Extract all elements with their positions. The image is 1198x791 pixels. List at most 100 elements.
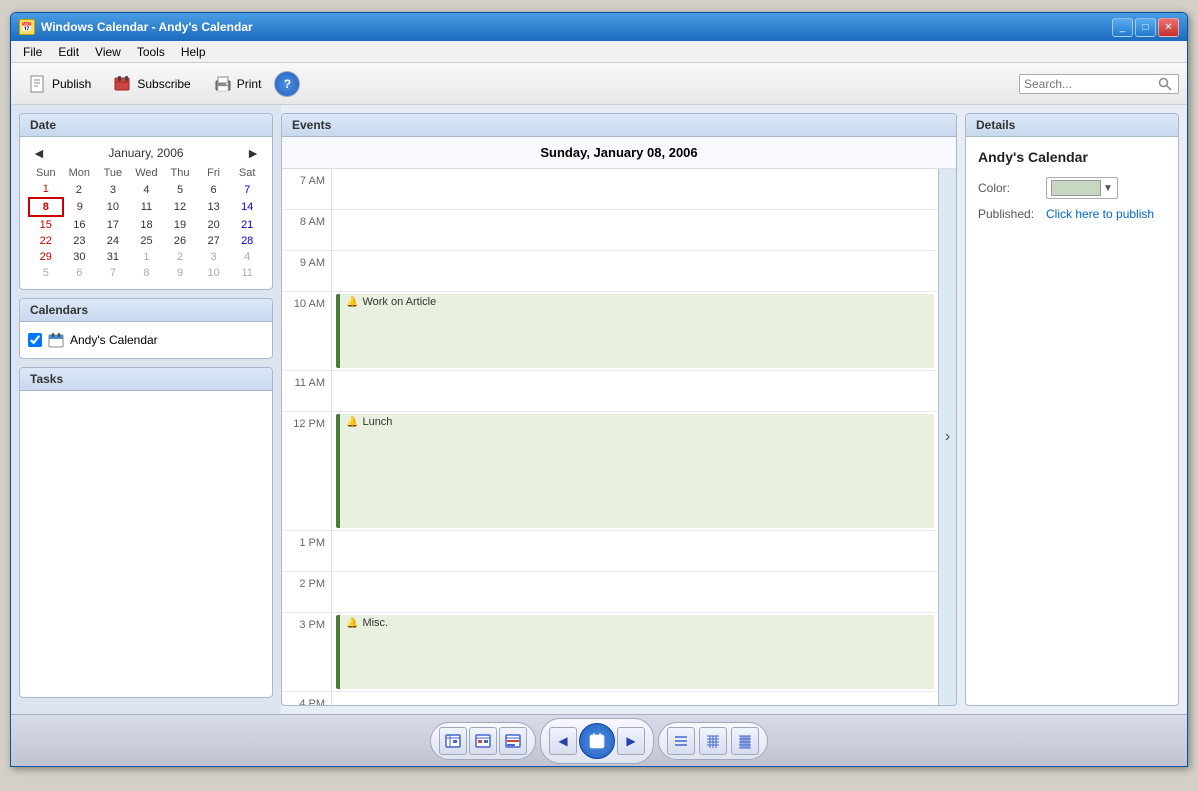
calendar-day[interactable]: 3 <box>96 181 130 198</box>
calendar-type-nav <box>430 722 536 760</box>
calendar1-icon <box>445 733 461 749</box>
maximize-button[interactable]: □ <box>1135 18 1156 37</box>
list-view-icon <box>673 733 689 749</box>
calendar-day[interactable]: 5 <box>29 265 63 281</box>
window-title: Windows Calendar - Andy's Calendar <box>41 20 253 34</box>
time-content[interactable] <box>332 692 938 705</box>
calendar-day[interactable]: 12 <box>163 198 197 216</box>
calendar-day[interactable]: 9 <box>63 198 97 216</box>
events-scrollable[interactable]: 7 AM8 AM9 AM10 AM🔔Work on Article11 AM12… <box>282 169 938 705</box>
menu-tools[interactable]: Tools <box>129 43 173 61</box>
calendar-day[interactable]: 23 <box>63 233 97 249</box>
calendar-day[interactable]: 6 <box>197 181 231 198</box>
calendar-day[interactable]: 14 <box>230 198 264 216</box>
print-label: Print <box>237 77 262 91</box>
day-header-fri: Fri <box>197 165 231 181</box>
menu-edit[interactable]: Edit <box>50 43 87 61</box>
calendar-day[interactable]: 28 <box>230 233 264 249</box>
calendar-day[interactable]: 1 <box>29 181 63 198</box>
print-button[interactable]: Print <box>204 69 271 99</box>
calendar-day[interactable]: 16 <box>63 216 97 233</box>
calendar-day[interactable]: 2 <box>163 249 197 265</box>
calendar-day[interactable]: 3 <box>197 249 231 265</box>
time-content[interactable] <box>332 531 938 571</box>
nav-calendar3-button[interactable] <box>499 727 527 755</box>
calendar-day[interactable]: 21 <box>230 216 264 233</box>
calendar-day[interactable]: 5 <box>163 181 197 198</box>
calendar-day[interactable]: 18 <box>130 216 164 233</box>
time-content[interactable]: 🔔Lunch <box>332 412 938 530</box>
calendar-day[interactable]: 11 <box>230 265 264 281</box>
help-button[interactable]: ? <box>274 71 300 97</box>
publish-link[interactable]: Click here to publish <box>1046 207 1154 221</box>
calendar-day[interactable]: 8 <box>130 265 164 281</box>
calendar-day[interactable]: 2 <box>63 181 97 198</box>
time-content[interactable] <box>332 169 938 209</box>
menu-view[interactable]: View <box>87 43 129 61</box>
calendar-day[interactable]: 31 <box>96 249 130 265</box>
calendar-day[interactable]: 11 <box>130 198 164 216</box>
calendar-day[interactable]: 13 <box>197 198 231 216</box>
calendar-grid: Sun Mon Tue Wed Thu Fri Sat 123 <box>28 165 264 281</box>
time-content[interactable]: 🔔Misc. <box>332 613 938 691</box>
prev-day-button[interactable]: ◀ <box>549 727 577 755</box>
minimize-button[interactable]: _ <box>1112 18 1133 37</box>
calendar-checkbox[interactable] <box>28 333 42 347</box>
event-block[interactable]: 🔔Lunch <box>336 414 934 528</box>
calendar-day[interactable]: 25 <box>130 233 164 249</box>
calendar-day[interactable]: 10 <box>96 198 130 216</box>
time-content[interactable] <box>332 371 938 411</box>
close-button[interactable]: ✕ <box>1158 18 1179 37</box>
calendar-day[interactable]: 4 <box>230 249 264 265</box>
color-dropdown[interactable]: ▼ <box>1046 177 1118 199</box>
month-view-button[interactable] <box>731 727 759 755</box>
subscribe-button[interactable]: Subscribe <box>104 69 199 99</box>
calendar-day[interactable]: 7 <box>96 265 130 281</box>
calendar2-icon <box>475 733 491 749</box>
calendar-day[interactable]: 8 <box>29 198 63 216</box>
next-day-button[interactable]: ▶ <box>617 727 645 755</box>
calendar-day[interactable]: 19 <box>163 216 197 233</box>
menu-help[interactable]: Help <box>173 43 214 61</box>
expand-arrow-button[interactable]: › <box>938 169 956 705</box>
color-swatch <box>1051 180 1101 196</box>
event-block[interactable]: 🔔Misc. <box>336 615 934 689</box>
day-view-button[interactable] <box>579 723 615 759</box>
time-content[interactable] <box>332 210 938 250</box>
calendar-day[interactable]: 20 <box>197 216 231 233</box>
event-block[interactable]: 🔔Work on Article <box>336 294 934 368</box>
time-content[interactable] <box>332 572 938 612</box>
nav-calendar2-button[interactable] <box>469 727 497 755</box>
search-icon <box>1158 77 1172 91</box>
calendar-day[interactable]: 4 <box>130 181 164 198</box>
calendar-day[interactable]: 15 <box>29 216 63 233</box>
calendar-day[interactable]: 30 <box>63 249 97 265</box>
prev-month-button[interactable]: ◄ <box>28 145 50 161</box>
calendar-day[interactable]: 10 <box>197 265 231 281</box>
publish-button[interactable]: Publish <box>19 69 100 99</box>
calendar-day[interactable]: 1 <box>130 249 164 265</box>
week-view-button[interactable] <box>699 727 727 755</box>
calendar-day[interactable]: 29 <box>29 249 63 265</box>
date-section: Date ◄ January, 2006 ► Sun Mon <box>19 113 273 290</box>
calendar-day[interactable]: 17 <box>96 216 130 233</box>
calendar-day[interactable]: 22 <box>29 233 63 249</box>
time-content[interactable] <box>332 251 938 291</box>
calendar-day[interactable]: 9 <box>163 265 197 281</box>
calendar-day[interactable]: 27 <box>197 233 231 249</box>
list-view-button[interactable] <box>667 727 695 755</box>
calendar-day[interactable]: 7 <box>230 181 264 198</box>
calendar-nav: ◄ January, 2006 ► <box>28 145 264 161</box>
calendar-day[interactable]: 26 <box>163 233 197 249</box>
menu-file[interactable]: File <box>15 43 50 61</box>
calendar-day[interactable]: 24 <box>96 233 130 249</box>
nav-calendar1-button[interactable] <box>439 727 467 755</box>
next-month-button[interactable]: ► <box>242 145 264 161</box>
calendar-day[interactable]: 6 <box>63 265 97 281</box>
view-buttons <box>658 722 768 760</box>
title-bar-left: 📅 Windows Calendar - Andy's Calendar <box>19 19 253 35</box>
time-content[interactable]: 🔔Work on Article <box>332 292 938 370</box>
tasks-section-content <box>20 391 272 491</box>
time-label: 7 AM <box>282 169 332 209</box>
search-input[interactable] <box>1024 77 1154 91</box>
